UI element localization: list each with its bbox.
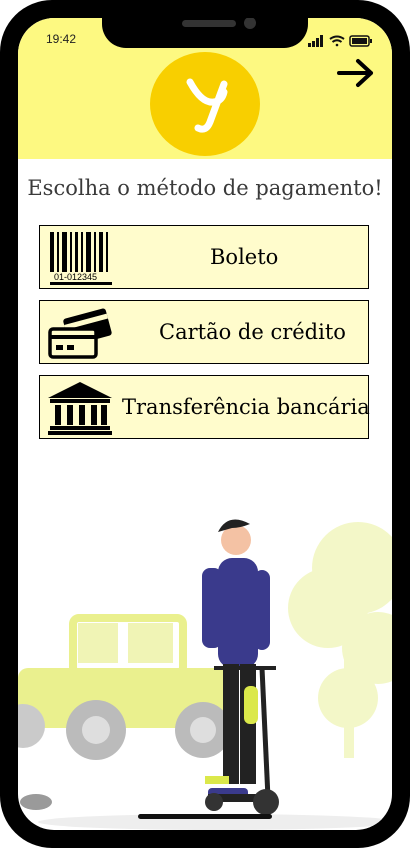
payment-option-credit-card[interactable]: Cartão de crédito — [39, 300, 369, 364]
front-camera — [244, 18, 256, 29]
wifi-icon — [329, 35, 345, 47]
rock — [20, 794, 52, 810]
speaker-grille — [182, 20, 236, 27]
next-button[interactable] — [336, 58, 376, 88]
home-indicator — [138, 814, 272, 819]
person-on-scooter — [202, 519, 279, 815]
bank-icon — [46, 380, 114, 436]
background-trees — [288, 522, 392, 758]
arrow-right-icon — [337, 59, 373, 87]
option-label: Cartão de crédito — [159, 320, 346, 344]
payment-option-bank-transfer[interactable]: Transferência bancária — [39, 375, 370, 439]
status-time: 19:42 — [46, 32, 77, 46]
logo-mark — [186, 78, 228, 133]
battery-icon — [349, 35, 372, 47]
logo-letter: y — [150, 52, 151, 53]
scooter-illustration — [18, 498, 392, 830]
app-header: 19:42 y — [18, 18, 392, 159]
barcode-number: 01-012345 — [54, 272, 97, 282]
app-screen: 19:42 y Escolha o método de pagamento! 0… — [18, 18, 392, 830]
option-label: Boleto — [210, 245, 279, 269]
credit-cards-icon — [46, 305, 114, 361]
barcode-icon: 01-012345 — [46, 230, 114, 286]
status-icons — [308, 32, 372, 51]
background-jeep — [18, 614, 231, 760]
signal-icon — [308, 35, 323, 47]
option-label: Transferência bancária — [122, 395, 370, 419]
payment-option-boleto[interactable]: 01-012345 Boleto — [39, 225, 369, 289]
app-logo: y — [150, 52, 260, 156]
phone-frame: 19:42 y Escolha o método de pagamento! 0… — [0, 0, 410, 848]
phone-notch — [102, 18, 308, 48]
page-title: Escolha o método de pagamento! — [27, 176, 383, 200]
